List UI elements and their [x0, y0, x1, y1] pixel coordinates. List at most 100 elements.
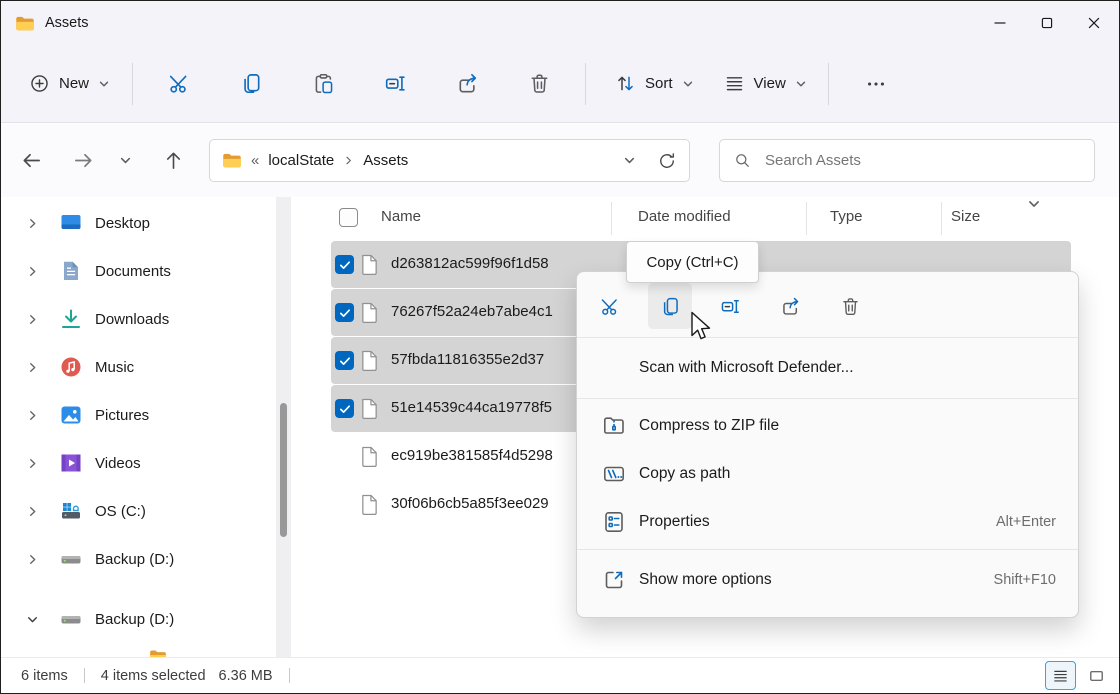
- check-icon: [338, 306, 352, 320]
- select-all-checkbox[interactable]: [339, 208, 358, 227]
- sidebar-item-videos[interactable]: Videos: [5, 441, 271, 485]
- sort-button[interactable]: Sort: [604, 64, 705, 103]
- view-button-label: View: [754, 75, 786, 92]
- column-separator[interactable]: [941, 202, 942, 235]
- checked-checkbox[interactable]: [335, 255, 354, 274]
- view-toggle-group: [1045, 661, 1112, 690]
- window-controls: [976, 1, 1117, 45]
- chevron-right-icon[interactable]: [25, 505, 39, 518]
- context-menu-quick-actions: [577, 278, 1078, 334]
- paste-button[interactable]: [287, 61, 359, 107]
- file-icon: [360, 493, 379, 516]
- rename-icon: [384, 72, 407, 95]
- file-name: 51e14539c44ca19778f5: [391, 399, 552, 416]
- window-title: Assets: [45, 15, 89, 31]
- close-button[interactable]: [1070, 1, 1117, 45]
- file-name: ec919be381585f4d5298: [391, 447, 553, 464]
- chevron-right-icon[interactable]: [25, 313, 39, 326]
- navigation-pane: Desktop Documents Downloads Music Pictur…: [1, 197, 301, 659]
- sort-button-label: Sort: [645, 75, 673, 92]
- chevron-right-icon[interactable]: [25, 457, 39, 470]
- chevron-right-icon[interactable]: [25, 409, 39, 422]
- sidebar-item-os-c[interactable]: OS (C:): [5, 489, 271, 533]
- sidebar-item-backup-d-expanded[interactable]: Backup (D:): [5, 597, 271, 641]
- chevron-down-icon[interactable]: [25, 613, 39, 626]
- column-header-name[interactable]: Name: [381, 208, 421, 225]
- file-name: 57fbda11816355e2d37: [391, 351, 544, 368]
- details-view-toggle[interactable]: [1045, 661, 1076, 690]
- file-name: 30f06b6cb5a85f3ee029: [391, 495, 549, 512]
- new-button[interactable]: New: [17, 64, 122, 103]
- menu-item-show-more-options[interactable]: Show more options Shift+F10: [577, 553, 1078, 607]
- column-separator[interactable]: [806, 202, 807, 235]
- sort-arrows-icon: [615, 73, 636, 94]
- checked-checkbox[interactable]: [335, 351, 354, 370]
- chevron-down-icon: [98, 78, 110, 90]
- recent-locations-button[interactable]: [107, 138, 143, 182]
- check-icon: [338, 258, 352, 272]
- sidebar-item-label: Downloads: [95, 311, 169, 328]
- forward-button[interactable]: [61, 138, 105, 182]
- copy-button[interactable]: [215, 61, 287, 107]
- sidebar-item-downloads[interactable]: Downloads: [5, 297, 271, 341]
- column-header-date-modified[interactable]: Date modified: [638, 208, 731, 225]
- address-dropdown-chevron-icon[interactable]: [623, 154, 636, 167]
- delete-button[interactable]: [503, 61, 575, 107]
- drive-icon: [59, 607, 83, 631]
- search-box: [719, 139, 1095, 182]
- sidebar-item-pictures[interactable]: Pictures: [5, 393, 271, 437]
- check-icon: [338, 354, 352, 368]
- chevron-right-icon[interactable]: [25, 553, 39, 566]
- menu-separator: [577, 398, 1078, 399]
- column-separator[interactable]: [611, 202, 612, 235]
- checked-checkbox[interactable]: [335, 303, 354, 322]
- context-cut-button[interactable]: [588, 283, 632, 329]
- chevron-right-icon[interactable]: [25, 361, 39, 374]
- more-options-button[interactable]: [853, 62, 899, 106]
- zip-folder-icon: [602, 414, 626, 438]
- cut-button[interactable]: [143, 61, 215, 107]
- search-input[interactable]: [763, 151, 1081, 170]
- rename-button[interactable]: [359, 61, 431, 107]
- minimize-button[interactable]: [976, 1, 1023, 45]
- context-rename-button[interactable]: [708, 283, 752, 329]
- chevron-right-icon[interactable]: [25, 265, 39, 278]
- chevron-right-icon[interactable]: [25, 217, 39, 230]
- context-copy-button[interactable]: [648, 283, 692, 329]
- up-button[interactable]: [151, 138, 195, 182]
- forward-arrow-icon: [72, 149, 95, 172]
- menu-item-scan-defender[interactable]: Scan with Microsoft Defender...: [577, 341, 1078, 395]
- breadcrumb-collapsed-indicator[interactable]: «: [251, 152, 259, 169]
- breadcrumb-segment-localstate[interactable]: localState: [268, 152, 334, 169]
- menu-item-label: Properties: [639, 513, 996, 531]
- sidebar-item-documents[interactable]: Documents: [5, 249, 271, 293]
- sidebar-scrollbar-thumb[interactable]: [280, 403, 287, 537]
- column-header-size[interactable]: Size: [951, 208, 980, 225]
- menu-item-label: Show more options: [639, 571, 994, 589]
- sidebar-item-label: Desktop: [95, 215, 150, 232]
- back-button[interactable]: [9, 138, 53, 182]
- share-button[interactable]: [431, 61, 503, 107]
- breadcrumb-segment-assets[interactable]: Assets: [363, 152, 408, 169]
- context-share-button[interactable]: [768, 283, 812, 329]
- view-button[interactable]: View: [713, 64, 818, 103]
- maximize-button[interactable]: [1023, 1, 1070, 45]
- address-bar[interactable]: « localState Assets: [209, 139, 690, 182]
- checked-checkbox[interactable]: [335, 399, 354, 418]
- selection-count: 4 items selected: [101, 668, 206, 684]
- sidebar-item-desktop[interactable]: Desktop: [5, 201, 271, 245]
- file-icon: [360, 301, 379, 324]
- menu-item-compress-zip[interactable]: Compress to ZIP file: [577, 402, 1078, 450]
- large-icons-view-toggle[interactable]: [1081, 661, 1112, 690]
- menu-item-properties[interactable]: Properties Alt+Enter: [577, 498, 1078, 546]
- music-icon: [59, 355, 83, 379]
- menu-item-shortcut: Shift+F10: [994, 572, 1056, 588]
- sidebar-item-music[interactable]: Music: [5, 345, 271, 389]
- sidebar-item-label: Backup (D:): [95, 551, 174, 568]
- sidebar-item-backup-d[interactable]: Backup (D:): [5, 537, 271, 581]
- menu-item-copy-as-path[interactable]: Copy as path: [577, 450, 1078, 498]
- column-header-type[interactable]: Type: [830, 208, 863, 225]
- context-delete-button[interactable]: [828, 283, 872, 329]
- copy-tooltip: Copy (Ctrl+C): [626, 241, 759, 283]
- refresh-icon[interactable]: [657, 151, 677, 171]
